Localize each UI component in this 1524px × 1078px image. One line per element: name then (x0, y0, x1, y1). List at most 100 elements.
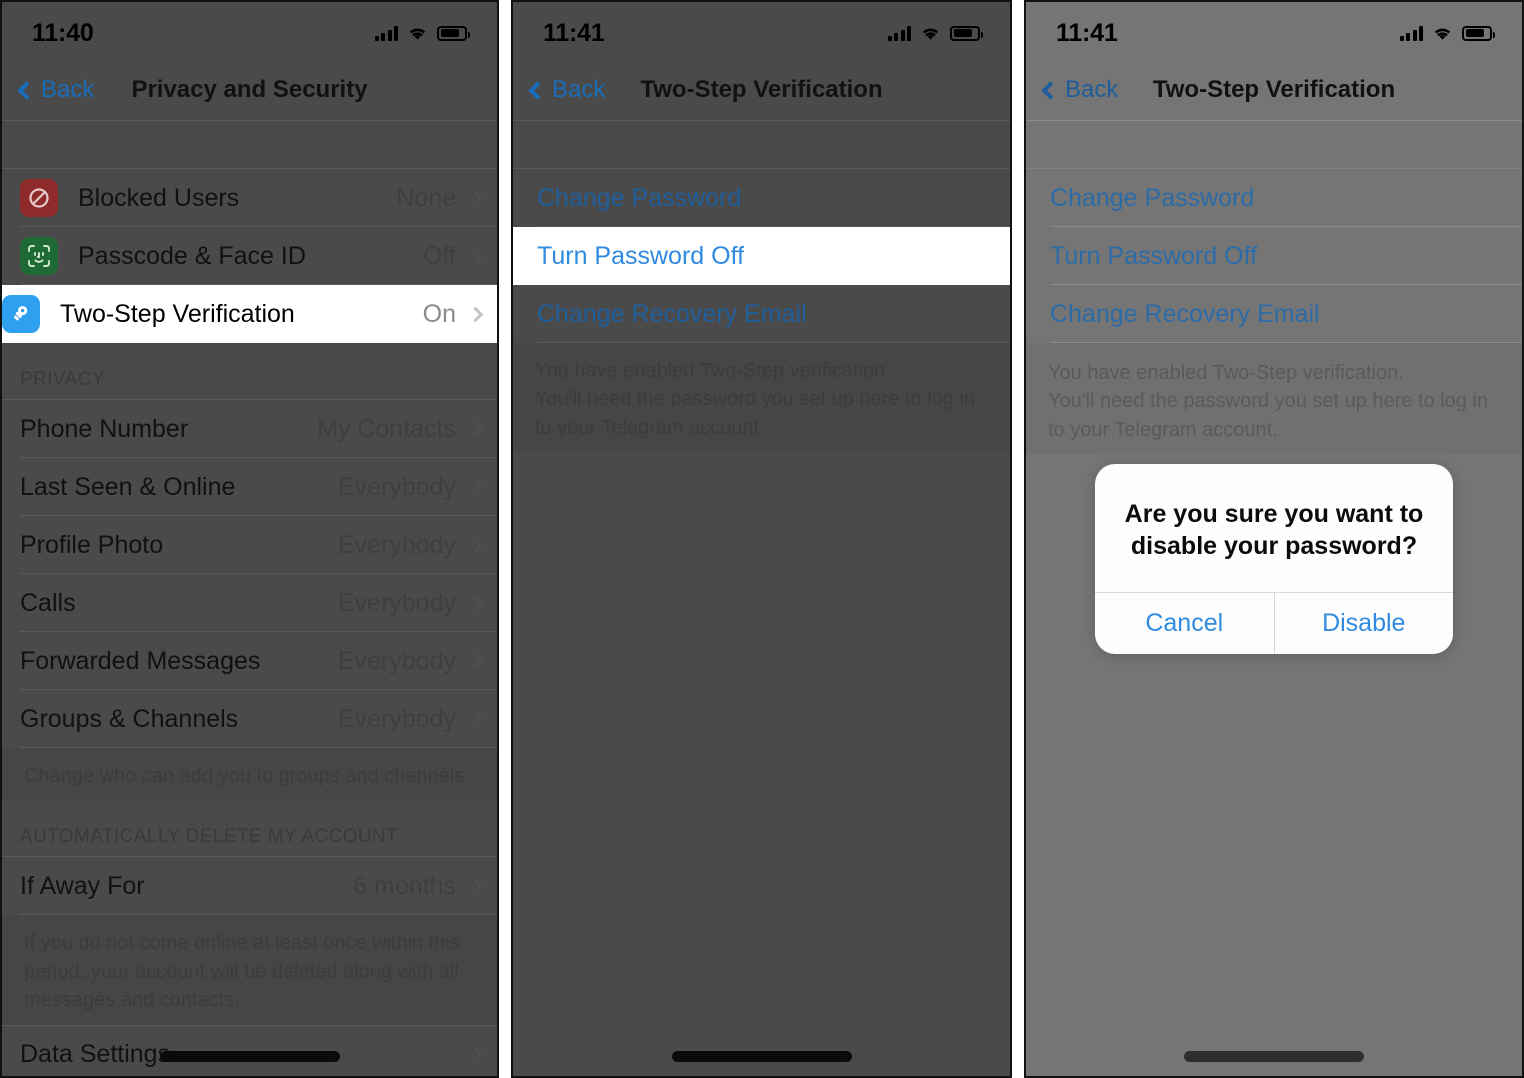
status-clock: 11:41 (543, 18, 605, 47)
chevron-right-icon (467, 421, 484, 437)
blocked-users-icon (20, 179, 58, 217)
list-item-value: Everybody (337, 588, 456, 617)
chevron-right-icon (467, 537, 484, 553)
face-id-icon (20, 237, 58, 275)
status-indicators (374, 25, 470, 41)
home-indicator[interactable] (671, 1051, 852, 1062)
status-bar-1: 11:40 (2, 2, 497, 60)
alert-title: Are you sure you want to disable your pa… (1124, 500, 1424, 560)
action-label: Change Password (1050, 183, 1255, 212)
cancel-button[interactable]: Cancel (1095, 593, 1274, 654)
wifi-icon (1432, 26, 1453, 41)
nav-bar-2: Back Two-Step Verification (513, 60, 1010, 120)
cellular-bars-icon (1399, 25, 1423, 41)
list-item-profile-photo[interactable]: Profile Photo Everybody (2, 516, 497, 574)
action-label: Turn Password Off (537, 241, 745, 270)
list-item-value: Everybody (337, 472, 456, 501)
list-item-label: If Away For (20, 871, 145, 900)
spacer-top (1026, 121, 1522, 168)
list-item-label: Phone Number (20, 414, 189, 443)
list-item-last-seen-online[interactable]: Last Seen & Online Everybody (2, 458, 497, 516)
nav-bar-1: Back Privacy and Security (2, 60, 497, 120)
list-item-passcode-face-id[interactable]: Passcode & Face ID Off (2, 227, 497, 285)
action-turn-password-off[interactable]: Turn Password Off (1026, 227, 1522, 285)
chevron-right-icon (467, 190, 484, 206)
list-item-blocked-users[interactable]: Blocked Users None (2, 169, 497, 227)
phone-panel-disable-password-alert: 11:41 Back Two-Step Verification Change … (1024, 0, 1524, 1078)
back-button[interactable]: Back (528, 76, 606, 104)
phone-panel-two-step-verification-highlight: 11:41 Back Two-Step Verification Change … (511, 0, 1012, 1078)
list-item-value: Everybody (337, 530, 456, 559)
two-step-footer-text: You have enabled Two-Step verification. … (1026, 343, 1522, 454)
list-item-value: On (422, 299, 456, 328)
key-icon (2, 295, 40, 333)
list-item-two-step-verification[interactable]: Two-Step Verification On (2, 285, 497, 343)
list-item-label: Calls (20, 588, 76, 617)
chevron-right-icon (467, 248, 484, 264)
list-item-phone-number[interactable]: Phone Number My Contacts (2, 400, 497, 458)
chevron-right-icon (467, 878, 484, 895)
chevron-right-icon (467, 1046, 484, 1063)
chevron-right-icon (467, 306, 484, 322)
disable-button[interactable]: Disable (1273, 593, 1454, 654)
status-bar-3: 11:41 (1026, 2, 1522, 60)
battery-icon (1462, 25, 1495, 41)
list-item-value: Everybody (337, 704, 456, 733)
list-item-label: Profile Photo (20, 530, 164, 559)
back-button[interactable]: Back (17, 76, 95, 104)
three-panel-screenshot-board: 11:40 Back Privacy and Security Blocked … (0, 0, 1524, 1078)
two-step-footer-text: You have enabled Two-Step verification. … (513, 343, 1010, 453)
action-change-recovery-email[interactable]: Change Recovery Email (513, 285, 1010, 343)
privacy-section-header: PRIVACY (20, 369, 105, 390)
phone-panel-privacy-and-security: 11:40 Back Privacy and Security Blocked … (0, 0, 499, 1078)
list-item-label: Last Seen & Online (20, 472, 236, 501)
row-divider (20, 914, 497, 916)
chevron-left-icon (1041, 80, 1060, 100)
chevron-right-icon (467, 479, 484, 495)
list-item-label: Groups & Channels (20, 704, 239, 733)
action-label: Change Recovery Email (537, 299, 807, 328)
status-indicators (1399, 25, 1495, 41)
row-divider (537, 342, 1010, 343)
list-item-value: My Contacts (317, 414, 456, 443)
action-change-password[interactable]: Change Password (513, 169, 1010, 227)
cellular-bars-icon (374, 25, 398, 41)
row-divider (20, 747, 497, 748)
list-item-calls[interactable]: Calls Everybody (2, 574, 497, 632)
status-clock: 11:41 (1056, 18, 1118, 47)
status-indicators (887, 25, 983, 41)
nav-bar-3: Back Two-Step Verification (1026, 60, 1522, 120)
back-label: Back (552, 76, 606, 103)
two-step-actions-list: Change Password Turn Password Off Change… (1026, 169, 1522, 343)
action-label: Change Recovery Email (1050, 299, 1320, 328)
action-change-recovery-email[interactable]: Change Recovery Email (1026, 285, 1522, 343)
home-indicator[interactable] (1184, 1051, 1364, 1062)
privacy-list: Phone Number My Contacts Last Seen & Onl… (2, 400, 497, 748)
screen-2: 11:41 Back Two-Step Verification Change … (513, 2, 1010, 1076)
back-label: Back (41, 76, 95, 103)
disable-password-alert: Are you sure you want to disable your pa… (1095, 464, 1453, 654)
alert-buttons: Cancel Disable (1095, 592, 1453, 654)
action-change-password[interactable]: Change Password (1026, 169, 1522, 227)
spacer-top (2, 121, 497, 168)
action-turn-password-off[interactable]: Turn Password Off (513, 227, 1010, 285)
security-list: Blocked Users None Passcode & Face ID Of… (2, 169, 497, 343)
list-item-if-away-for[interactable]: If Away For 6 months (2, 857, 497, 916)
list-item-label: Blocked Users (78, 183, 240, 212)
battery-icon (950, 25, 983, 41)
list-item-label: Two-Step Verification (60, 299, 295, 328)
back-button[interactable]: Back (1041, 76, 1118, 104)
two-step-actions-list: Change Password Turn Password Off Change… (513, 169, 1010, 343)
wifi-icon (920, 26, 941, 41)
cellular-bars-icon (887, 25, 911, 41)
action-label: Turn Password Off (1050, 241, 1258, 270)
status-clock: 11:40 (32, 18, 94, 47)
home-indicator[interactable] (159, 1051, 340, 1062)
list-item-value: 6 months (353, 871, 456, 900)
list-item-groups-channels[interactable]: Groups & Channels Everybody (2, 690, 497, 748)
list-item-value: Off (423, 241, 456, 270)
screen-1: 11:40 Back Privacy and Security Blocked … (2, 2, 497, 1076)
list-item-forwarded-messages[interactable]: Forwarded Messages Everybody (2, 632, 497, 690)
wifi-icon (407, 26, 428, 41)
auto-delete-section-footer: If you do not come online at least once … (2, 915, 497, 1025)
